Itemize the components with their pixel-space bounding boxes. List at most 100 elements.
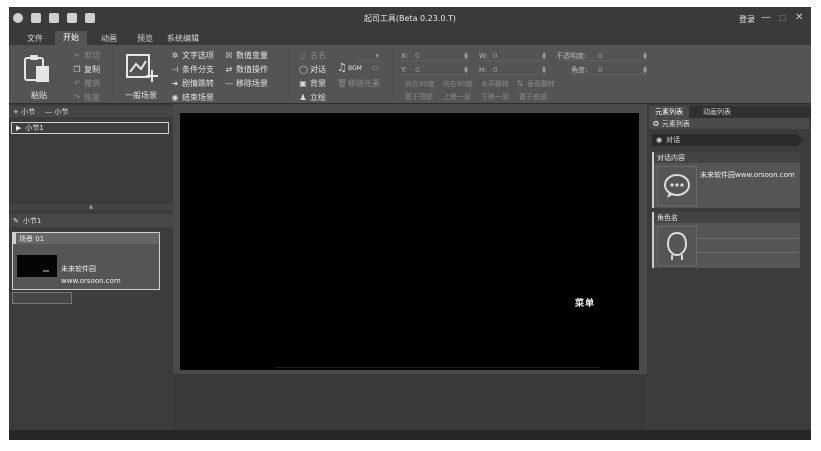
swap-arrows-icon: ⇄ bbox=[225, 64, 233, 74]
rotate-right-button[interactable]: 向右90度 bbox=[443, 79, 473, 89]
y-field[interactable]: Y: 0 ▲ ▼ bbox=[401, 65, 469, 75]
remove-scene-button[interactable]: — 移除场景 bbox=[225, 78, 268, 89]
tab-animation[interactable]: 动画列表 bbox=[697, 106, 737, 118]
section-panel: + 小节 — 小节 ▶ 小节1 ▲ ✎ 小节1 场景 01 未来软件园www.o… bbox=[9, 104, 173, 430]
remove-element-button[interactable]: 🗑 移除元素 bbox=[337, 78, 380, 89]
dialog-content-label: 对话内容 bbox=[654, 152, 800, 163]
general-scene-button[interactable]: 一般场景 bbox=[125, 90, 157, 101]
to-bottom-button[interactable]: 置于底部 bbox=[519, 92, 547, 102]
stage-area: 菜单 bbox=[173, 104, 647, 430]
scene-placeholder[interactable] bbox=[12, 292, 72, 304]
app-window: 起司工具(Beta 0.23.0.T) 登录 — □ ✕ 文件 开始 动画 预览… bbox=[9, 7, 811, 440]
scene-title: 场景 01 bbox=[13, 233, 159, 244]
redo-icon: ↷ bbox=[73, 92, 81, 102]
role-name-input-line[interactable] bbox=[698, 252, 798, 253]
text-option-button[interactable]: ✲ 文字选项 bbox=[171, 50, 214, 61]
copy-icon: ❐ bbox=[73, 64, 81, 74]
alias-button[interactable]: ○ 名名 bbox=[299, 50, 327, 61]
move-up-button[interactable]: 上移一层 bbox=[443, 92, 471, 102]
value-operation-button[interactable]: ⇄ 数值操作 bbox=[225, 64, 268, 75]
head-silhouette-icon bbox=[657, 226, 697, 266]
spinner-icon[interactable]: ▲ ▼ bbox=[541, 51, 547, 60]
spinner-icon[interactable]: ▲ ▼ bbox=[463, 51, 469, 60]
undo-icon: ↶ bbox=[73, 78, 81, 88]
section-toolbar: + 小节 — 小节 bbox=[9, 106, 173, 117]
redo-button[interactable]: ↷ 恢复 bbox=[73, 92, 100, 103]
angle-field[interactable]: 角度: 0 ▲ ▼ bbox=[571, 65, 648, 75]
minus-icon: — bbox=[225, 78, 233, 88]
spinner-icon[interactable]: ▲ ▼ bbox=[642, 51, 648, 60]
undo-button[interactable]: ↶ 撤销 bbox=[73, 78, 100, 89]
pencil-icon: ✎ bbox=[13, 216, 19, 225]
dialog-content-box: 对话内容 未来软件园www.orsoon.com bbox=[652, 152, 800, 208]
flip-horizontal-button[interactable]: 水平翻转 bbox=[481, 79, 509, 89]
scene-thumbnail bbox=[17, 255, 57, 277]
plot-jump-button[interactable]: ➜ 剧情跳转 bbox=[171, 78, 214, 89]
splitter-handle[interactable]: ▲ bbox=[9, 204, 173, 210]
h-field[interactable]: H: 0 ▲ ▼ bbox=[479, 65, 547, 75]
tab-elements[interactable]: 元素列表 bbox=[649, 106, 689, 118]
text-option-icon: ✲ bbox=[171, 50, 179, 60]
copy-button[interactable]: ❐ 复制 bbox=[73, 64, 100, 75]
stage-canvas[interactable]: 菜单 bbox=[180, 113, 639, 370]
dialog-button[interactable]: ◯ 对话 bbox=[299, 64, 326, 75]
to-top-button[interactable]: 置于顶部 bbox=[405, 92, 433, 102]
minimize-button[interactable]: — bbox=[761, 12, 771, 24]
ribbon-divider bbox=[289, 49, 290, 99]
spinner-icon[interactable]: ▲ ▼ bbox=[463, 65, 469, 74]
menu-bar: 文件 开始 动画 预览 系统编辑 bbox=[9, 31, 811, 45]
login-button[interactable]: 登录 bbox=[739, 14, 755, 25]
menu-start[interactable]: 开始 bbox=[55, 31, 87, 45]
scene-card[interactable]: 场景 01 未来软件园www.orsoon.com bbox=[12, 232, 160, 290]
general-scene-icon[interactable] bbox=[123, 51, 159, 85]
role-name-input-line[interactable] bbox=[698, 238, 798, 239]
x-field[interactable]: X: 0 ▲ ▼ bbox=[401, 51, 469, 61]
w-field[interactable]: W: 0 ▲ ▼ bbox=[479, 51, 547, 61]
add-section-button[interactable]: + 小节 bbox=[13, 107, 35, 117]
restore-button[interactable]: □ bbox=[779, 12, 787, 24]
condition-branch-button[interactable]: ⊣ 条件分支 bbox=[171, 64, 214, 75]
title-bar: 起司工具(Beta 0.23.0.T) 登录 — □ ✕ bbox=[9, 7, 811, 31]
paste-button[interactable]: 粘贴 bbox=[31, 90, 47, 101]
bgm-dropdown[interactable]: ▾ bbox=[355, 51, 379, 61]
standing-button[interactable]: ♟ 立绘 bbox=[299, 92, 326, 103]
scissors-icon: ✂ bbox=[73, 50, 81, 60]
speech-bubble-icon: ◯ bbox=[299, 64, 308, 74]
spinner-icon[interactable]: ▲ ▼ bbox=[642, 65, 648, 74]
window-title: 起司工具(Beta 0.23.0.T) bbox=[363, 14, 457, 23]
dialog-content-text[interactable]: 未来软件园www.orsoon.com bbox=[700, 169, 796, 181]
remove-section-button[interactable]: — 小节 bbox=[45, 107, 68, 117]
chevron-down-icon: ▾ bbox=[375, 51, 379, 60]
status-bar bbox=[9, 430, 811, 440]
branch-icon: ⊣ bbox=[171, 64, 179, 74]
stop-circle-icon: ◉ bbox=[171, 92, 179, 102]
role-name-label: 角色名 bbox=[654, 212, 800, 223]
spinner-icon[interactable]: ▲ ▼ bbox=[541, 65, 547, 74]
menu-preview[interactable]: 预览 bbox=[137, 33, 153, 44]
opacity-field[interactable]: 不透明度: 0 ▲ ▼ bbox=[556, 51, 648, 61]
menu-system-edit[interactable]: 系统编辑 bbox=[167, 33, 199, 44]
paste-icon[interactable] bbox=[19, 51, 55, 85]
menu-file[interactable]: 文件 bbox=[27, 33, 43, 44]
trash-icon: 🗑 bbox=[337, 78, 348, 88]
close-button[interactable]: ✕ bbox=[795, 12, 803, 24]
stage-guide-line bbox=[276, 367, 600, 368]
palette-icon: ✪ bbox=[653, 119, 659, 128]
value-variable-button[interactable]: ☒ 数值变量 bbox=[225, 50, 268, 61]
circle-icon: ○ bbox=[299, 50, 307, 60]
move-down-button[interactable]: 下移一层 bbox=[481, 92, 509, 102]
section-list-item[interactable]: ▶ 小节1 bbox=[11, 122, 169, 134]
element-item-dialog[interactable]: ◉ 对话 bbox=[652, 134, 803, 146]
background-button[interactable]: ▣ 背景 bbox=[299, 78, 326, 89]
end-scene-button[interactable]: ◉ 结束场景 bbox=[171, 92, 215, 103]
scene-text: 未来软件园www.orsoon.com bbox=[61, 265, 121, 285]
role-name-box: 角色名 bbox=[652, 212, 800, 268]
section-header: ✎ 小节1 bbox=[9, 214, 173, 227]
bgm-button[interactable]: ♫ BGM bbox=[337, 62, 362, 73]
cut-button[interactable]: ✂ 剪切 bbox=[73, 50, 100, 61]
bgm-box-icon[interactable]: ▭ bbox=[369, 64, 381, 72]
rotate-left-button[interactable]: 向左90度 bbox=[405, 79, 435, 89]
menu-animation[interactable]: 动画 bbox=[101, 33, 117, 44]
flip-vertical-button[interactable]: ⇅ 垂直翻转 bbox=[516, 79, 555, 89]
speech-bubble-icon bbox=[657, 166, 697, 206]
